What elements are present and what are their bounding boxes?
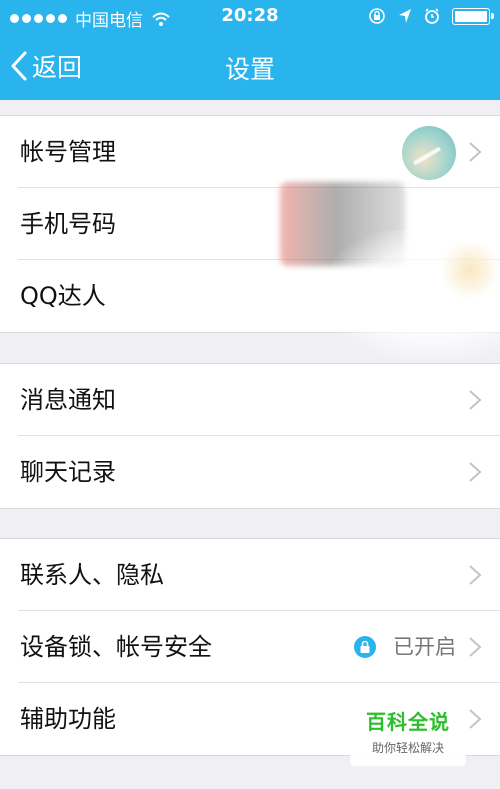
settings-item-contacts-privacy[interactable]: 联系人、隐私: [0, 539, 500, 611]
settings-item-label: 设备锁、帐号安全: [20, 633, 212, 661]
battery-icon: [452, 7, 494, 25]
settings-group-account: 帐号管理 手机号码 QQ达人: [0, 115, 500, 333]
watermark-title: 百科全说: [366, 710, 450, 734]
settings-item-label: 聊天记录: [20, 458, 116, 486]
watermark-logo: 百科全说 助你轻松解决: [350, 700, 466, 766]
settings-group-messages: 消息通知 聊天记录: [0, 363, 500, 509]
avatar: [402, 126, 456, 180]
settings-item-label: 手机号码: [20, 210, 116, 238]
settings-item-phone-number[interactable]: 手机号码: [0, 188, 500, 260]
alarm-icon: [425, 8, 439, 24]
settings-item-notifications[interactable]: 消息通知: [0, 364, 500, 436]
settings-item-label: 消息通知: [20, 386, 116, 414]
page-title: 设置: [224, 55, 275, 84]
settings-item-account-management[interactable]: 帐号管理: [0, 116, 500, 188]
settings-item-chat-history[interactable]: 聊天记录: [0, 436, 500, 508]
navigation-bar: 返回 设置: [0, 40, 500, 92]
settings-item-label: QQ达人: [20, 282, 106, 310]
settings-item-qq-talent[interactable]: QQ达人: [0, 260, 500, 332]
lock-icon: [354, 636, 376, 658]
chevron-right-icon: [469, 142, 482, 162]
settings-item-label: 联系人、隐私: [20, 561, 164, 589]
watermark-subtitle: 助你轻松解决: [371, 741, 444, 755]
top-bar: 中国电信 20:28 返回 设置: [0, 0, 500, 100]
chevron-right-icon: [469, 390, 482, 410]
chevron-right-icon: [469, 462, 482, 482]
settings-item-label: 辅助功能: [20, 705, 116, 733]
location-icon: [399, 9, 411, 23]
chevron-right-icon: [469, 709, 482, 729]
chevron-right-icon: [469, 637, 482, 657]
status-bar: 中国电信 20:28: [0, 0, 500, 32]
status-right: [368, 7, 494, 25]
settings-item-device-lock-security[interactable]: 设备锁、帐号安全 已开启: [0, 611, 500, 683]
chevron-right-icon: [469, 565, 482, 585]
rotation-lock-icon: [369, 8, 385, 24]
status-value: 已开启: [393, 635, 456, 659]
settings-item-label: 帐号管理: [20, 138, 116, 166]
